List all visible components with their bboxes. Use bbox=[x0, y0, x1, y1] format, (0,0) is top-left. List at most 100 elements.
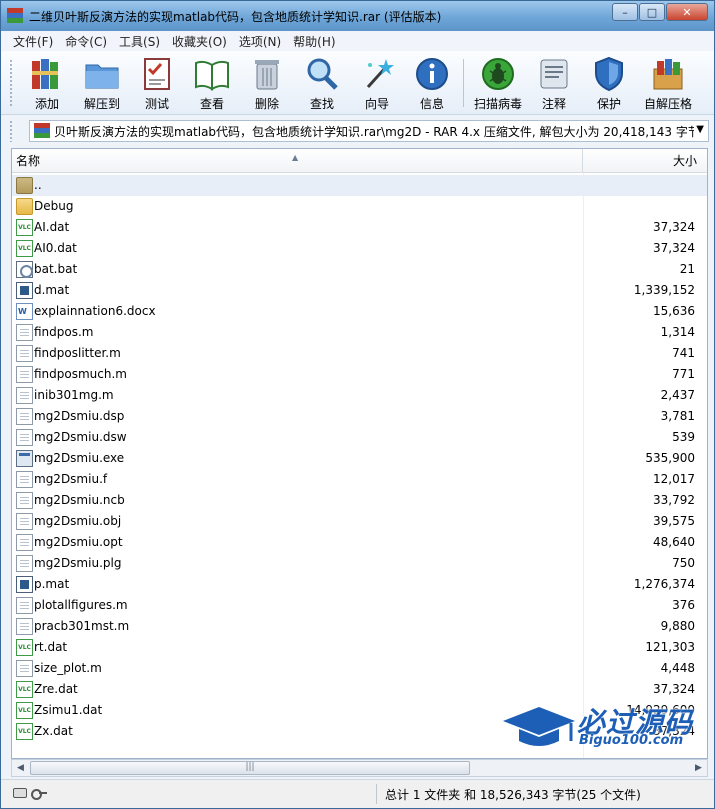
comment-button[interactable]: 注释 bbox=[528, 55, 580, 111]
text-file-icon bbox=[16, 555, 33, 572]
file-row[interactable]: inib301mg.m 2,437 bbox=[12, 385, 707, 406]
info-button[interactable]: 信息 bbox=[406, 55, 458, 111]
sfx-button[interactable]: 自解压格 bbox=[638, 55, 698, 111]
menu-tools[interactable]: 工具(S) bbox=[113, 33, 166, 50]
scroll-thumb[interactable]: ||| bbox=[30, 761, 470, 775]
file-name: bat.bat bbox=[34, 262, 78, 276]
winrar-window: 二维贝叶斯反演方法的实现matlab代码，包含地质统计学知识.rar (评估版本… bbox=[0, 0, 715, 809]
column-header-size[interactable]: 大小 bbox=[584, 149, 707, 173]
scroll-right-icon[interactable]: ▶ bbox=[690, 760, 707, 776]
file-row[interactable]: explainnation6.docx 15,636 bbox=[12, 301, 707, 322]
file-list[interactable]: 名称 ▲ 大小 .. Debug AI.dat 37,324 AI0.dat 37,324… bbox=[11, 148, 708, 759]
address-grip[interactable] bbox=[9, 120, 13, 142]
column-size-label: 大小 bbox=[672, 154, 697, 168]
file-size: 4,448 bbox=[660, 661, 695, 675]
file-name: size_plot.m bbox=[34, 661, 102, 675]
address-bar: 贝叶斯反演方法的实现matlab代码，包含地质统计学知识.rar\mg2D - … bbox=[1, 116, 714, 146]
key-icon[interactable] bbox=[31, 788, 47, 800]
magic-wand-icon bbox=[358, 55, 396, 93]
horizontal-scrollbar[interactable]: ◀ ||| ▶ bbox=[11, 759, 708, 777]
file-row[interactable]: mg2Dsmiu.ncb 33,792 bbox=[12, 490, 707, 511]
file-size: 741 bbox=[672, 346, 695, 360]
file-size: 37,324 bbox=[653, 241, 695, 255]
file-name: findposmuch.m bbox=[34, 367, 127, 381]
file-row[interactable]: mg2Dsmiu.f 12,017 bbox=[12, 469, 707, 490]
file-name: mg2Dsmiu.ncb bbox=[34, 493, 125, 507]
toolbar: 添加 解压到 测试 查看 删除 查找 向导 信息 扫描病毒 注释 保护 自解压格 bbox=[1, 51, 714, 115]
menu-favorites[interactable]: 收藏夹(O) bbox=[166, 33, 233, 50]
delete-label: 删除 bbox=[254, 97, 279, 111]
word-document-icon bbox=[16, 303, 33, 320]
file-row[interactable]: findposmuch.m 771 bbox=[12, 364, 707, 385]
file-name: AI0.dat bbox=[34, 241, 77, 255]
menu-options[interactable]: 选项(N) bbox=[233, 33, 287, 50]
text-file-icon bbox=[16, 366, 33, 383]
text-file-icon bbox=[16, 660, 33, 677]
file-row[interactable]: Zre.dat 37,324 bbox=[12, 679, 707, 700]
file-row[interactable]: findpos.m 1,314 bbox=[12, 322, 707, 343]
file-size: 535,900 bbox=[645, 451, 695, 465]
menu-file[interactable]: 文件(F) bbox=[7, 33, 59, 50]
graduation-cap-icon bbox=[503, 707, 575, 746]
file-row[interactable]: mg2Dsmiu.dsp 3,781 bbox=[12, 406, 707, 427]
file-row[interactable]: AI.dat 37,324 bbox=[12, 217, 707, 238]
file-size: 39,575 bbox=[653, 514, 695, 528]
file-row[interactable]: p.mat 1,276,374 bbox=[12, 574, 707, 595]
path-combobox[interactable]: 贝叶斯反演方法的实现matlab代码，包含地质统计学知识.rar\mg2D - … bbox=[29, 120, 709, 142]
file-row[interactable]: mg2Dsmiu.exe 535,900 bbox=[12, 448, 707, 469]
test-button[interactable]: 测试 bbox=[131, 55, 183, 111]
file-row[interactable]: findposlitter.m 741 bbox=[12, 343, 707, 364]
file-name: AI.dat bbox=[34, 220, 70, 234]
menu-commands[interactable]: 命令(C) bbox=[59, 33, 113, 50]
title-bar[interactable]: 二维贝叶斯反演方法的实现matlab代码，包含地质统计学知识.rar (评估版本… bbox=[1, 1, 714, 31]
view-button[interactable]: 查看 bbox=[186, 55, 238, 111]
matlab-file-icon bbox=[16, 282, 33, 299]
wizard-label: 向导 bbox=[364, 97, 389, 111]
text-file-icon bbox=[16, 471, 33, 488]
extract-to-label: 解压到 bbox=[83, 97, 120, 111]
file-row[interactable]: mg2Dsmiu.dsw 539 bbox=[12, 427, 707, 448]
text-file-icon bbox=[16, 492, 33, 509]
file-row[interactable]: AI0.dat 37,324 bbox=[12, 238, 707, 259]
maximize-button[interactable]: □ bbox=[639, 3, 665, 21]
file-row[interactable]: pracb301mst.m 9,880 bbox=[12, 616, 707, 637]
file-row[interactable]: bat.bat 21 bbox=[12, 259, 707, 280]
file-name: .. bbox=[34, 178, 42, 192]
minimize-button[interactable]: – bbox=[612, 3, 638, 21]
file-name: mg2Dsmiu.plg bbox=[34, 556, 122, 570]
scroll-left-icon[interactable]: ◀ bbox=[12, 760, 29, 776]
comment-label: 注释 bbox=[541, 97, 566, 111]
test-label: 测试 bbox=[144, 97, 169, 111]
file-name: findposlitter.m bbox=[34, 346, 121, 360]
file-row[interactable]: mg2Dsmiu.opt 48,640 bbox=[12, 532, 707, 553]
text-file-icon bbox=[16, 345, 33, 362]
close-button[interactable]: ✕ bbox=[666, 3, 708, 21]
file-row[interactable]: plotallfigures.m 376 bbox=[12, 595, 707, 616]
file-row[interactable]: size_plot.m 4,448 bbox=[12, 658, 707, 679]
file-row[interactable]: mg2Dsmiu.obj 39,575 bbox=[12, 511, 707, 532]
menu-help[interactable]: 帮助(H) bbox=[287, 33, 341, 50]
find-button[interactable]: 查找 bbox=[296, 55, 348, 111]
file-name: mg2Dsmiu.opt bbox=[34, 535, 123, 549]
file-row[interactable]: .. bbox=[12, 175, 707, 196]
column-header-name[interactable]: 名称 ▲ bbox=[12, 149, 583, 173]
scan-virus-button[interactable]: 扫描病毒 bbox=[469, 55, 527, 111]
file-size: 12,017 bbox=[653, 472, 695, 486]
status-separator bbox=[376, 784, 377, 804]
wizard-button[interactable]: 向导 bbox=[351, 55, 403, 111]
chevron-down-icon[interactable]: ▼ bbox=[696, 124, 704, 135]
file-row[interactable]: Debug bbox=[12, 196, 707, 217]
window-controls: – □ ✕ bbox=[612, 3, 708, 21]
file-row[interactable]: d.mat 1,339,152 bbox=[12, 280, 707, 301]
toolbar-grip[interactable] bbox=[9, 59, 13, 107]
file-row[interactable]: mg2Dsmiu.plg 750 bbox=[12, 553, 707, 574]
add-button[interactable]: 添加 bbox=[21, 55, 73, 111]
file-size: 750 bbox=[672, 556, 695, 570]
comment-icon bbox=[535, 55, 573, 93]
delete-button[interactable]: 删除 bbox=[241, 55, 293, 111]
extract-to-button[interactable]: 解压到 bbox=[76, 55, 128, 111]
file-name: Zre.dat bbox=[34, 682, 78, 696]
protect-button[interactable]: 保护 bbox=[583, 55, 635, 111]
drive-icon[interactable] bbox=[13, 788, 27, 798]
file-row[interactable]: rt.dat 121,303 bbox=[12, 637, 707, 658]
